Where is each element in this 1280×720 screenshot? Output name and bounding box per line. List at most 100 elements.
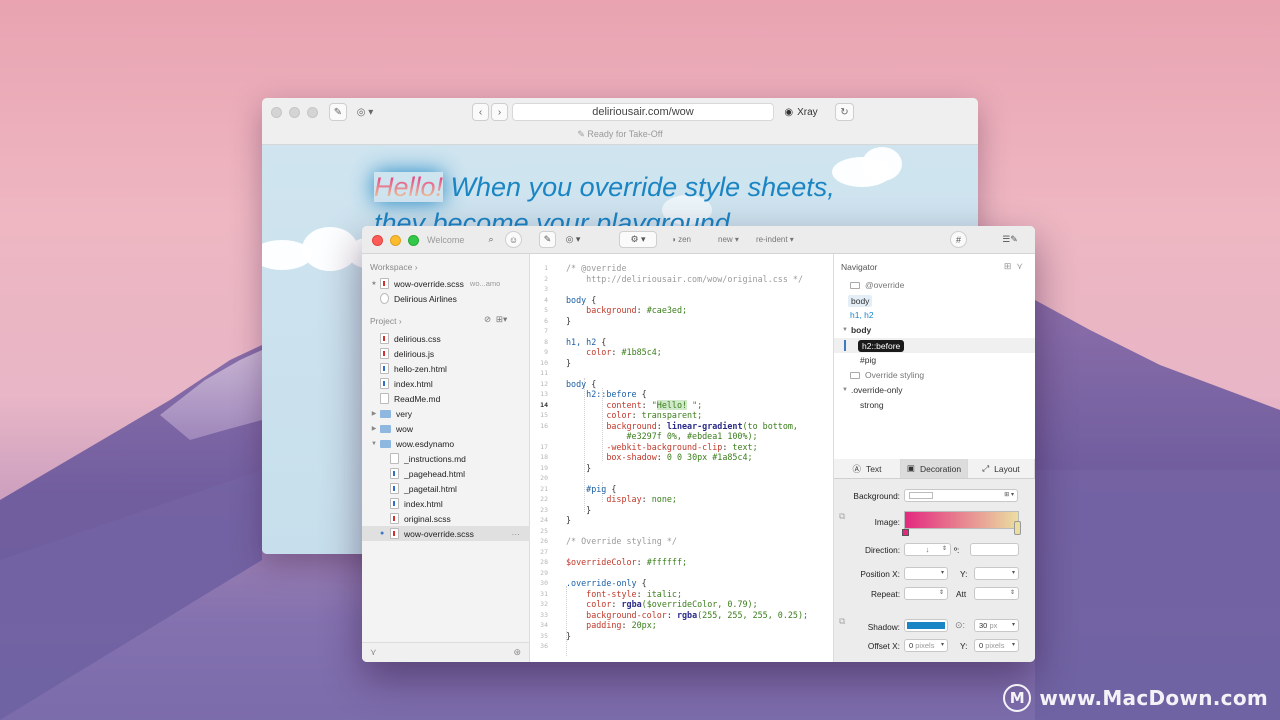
folder-item[interactable]: ▶ very xyxy=(362,406,530,421)
code-line[interactable]: /* Override styling */ xyxy=(566,536,677,546)
file-item[interactable]: index.html xyxy=(362,376,530,391)
zoom-button[interactable] xyxy=(408,235,419,246)
file-item[interactable]: ReadMe.md xyxy=(362,391,530,406)
compass-icon[interactable]: ✎ xyxy=(539,231,556,248)
code-line[interactable]: color: #1b85c4; xyxy=(566,347,662,357)
xray-button[interactable]: ◉ Xray xyxy=(779,103,823,121)
nav-rule-item[interactable]: body xyxy=(848,295,873,307)
workspace-item[interactable]: ★ wow-override.scss wo...amo xyxy=(362,276,530,291)
new-menu[interactable]: new ▾ xyxy=(718,235,739,244)
file-item[interactable]: _pagehead.html xyxy=(362,466,530,481)
smiley-icon[interactable]: ☺ xyxy=(505,231,522,248)
code-line[interactable]: background: linear-gradient(to bottom, xyxy=(566,421,798,431)
forward-button[interactable]: › xyxy=(491,103,508,121)
folder-item[interactable]: ▶ wow xyxy=(362,421,530,436)
code-line[interactable]: content: "Hello! "; xyxy=(566,399,702,410)
code-line[interactable]: body { xyxy=(566,379,596,389)
tab-text[interactable]: Ⓐ Text xyxy=(834,459,901,478)
code-line[interactable]: background: #cae3ed; xyxy=(566,305,687,315)
favorite-icon[interactable]: ⊛ xyxy=(513,647,521,658)
project-actions-icon[interactable]: ⊘ ⊞▾ xyxy=(484,314,507,325)
repeat-select[interactable]: ⇕ xyxy=(904,587,948,600)
nav-comment-item[interactable]: Override styling xyxy=(850,370,924,380)
minimize-button[interactable] xyxy=(390,235,401,246)
nav-comment-item[interactable]: @override xyxy=(850,280,904,290)
disclosure-right-icon[interactable]: ▶ xyxy=(370,410,378,417)
welcome-tab[interactable]: Welcome xyxy=(427,235,464,245)
workspace-header[interactable]: Workspace › xyxy=(370,262,418,272)
gradient-stop-start[interactable] xyxy=(902,529,909,536)
code-line[interactable]: font-style: italic; xyxy=(566,589,682,599)
code-line[interactable]: } xyxy=(566,316,571,326)
target-menu-icon[interactable]: ◎ ▾ xyxy=(560,231,586,248)
nav-rule-item[interactable]: #pig xyxy=(860,355,876,365)
compass-icon[interactable]: ✎ xyxy=(329,103,347,121)
code-line[interactable]: body { xyxy=(566,295,596,305)
attachment-select[interactable]: ⇕ xyxy=(974,587,1019,600)
code-line[interactable]: padding: 20px; xyxy=(566,620,657,630)
code-line[interactable]: color: rgba($overrideColor, 0.79); xyxy=(566,599,757,609)
project-header[interactable]: Project › xyxy=(370,316,402,326)
code-line[interactable]: /* @override xyxy=(566,263,627,273)
file-item[interactable]: hello-zen.html xyxy=(362,361,530,376)
disclosure-down-icon[interactable]: ▼ xyxy=(370,441,378,447)
zoom-button[interactable] xyxy=(307,107,318,118)
offset-x-input[interactable]: 0 pixels ▾ xyxy=(904,639,948,652)
wrench-icon[interactable]: ☰✎ xyxy=(997,231,1023,248)
degree-input[interactable] xyxy=(970,543,1019,556)
position-y-select[interactable]: ▾ xyxy=(974,567,1019,580)
close-button[interactable] xyxy=(271,107,282,118)
code-line[interactable]: -webkit-background-clip: text; xyxy=(566,442,757,452)
code-line[interactable]: #pig { xyxy=(566,484,616,494)
code-line[interactable]: } xyxy=(566,505,591,515)
code-line[interactable]: $overrideColor: #ffffff; xyxy=(566,557,687,567)
code-line[interactable]: } xyxy=(566,358,571,368)
code-line[interactable]: display: none; xyxy=(566,494,677,504)
file-item[interactable]: index.html xyxy=(362,496,530,511)
direction-select[interactable]: ↓ ⇕ xyxy=(904,543,951,556)
palette-icon[interactable]: ⊞ ▾ xyxy=(1004,491,1014,498)
nav-rule-item[interactable]: ▼ body xyxy=(842,325,871,335)
navigator-actions-icon[interactable]: ⊞ ⋎ xyxy=(1004,261,1023,272)
nav-rule-item-selected[interactable]: h2::before xyxy=(834,338,1035,353)
more-icon[interactable]: ··· xyxy=(512,529,521,539)
nav-rule-item[interactable]: h1, h2 xyxy=(850,310,874,320)
disclosure-down-icon[interactable]: ▼ xyxy=(842,327,848,333)
code-line[interactable]: } xyxy=(566,515,571,525)
gradient-stop-end[interactable] xyxy=(1014,521,1021,535)
minimize-button[interactable] xyxy=(289,107,300,118)
disclosure-down-icon[interactable]: ▼ xyxy=(842,387,848,393)
file-item[interactable]: _instructions.md xyxy=(362,451,530,466)
back-button[interactable]: ‹ xyxy=(472,103,489,121)
code-line[interactable]: #e3297f 0%, #ebdea1 100%); xyxy=(566,431,758,441)
file-item[interactable]: original.scss xyxy=(362,511,530,526)
nav-rule-item[interactable]: ▼ .override-only xyxy=(842,385,902,395)
search-icon[interactable]: ⌕ xyxy=(483,231,499,248)
gradient-editor[interactable] xyxy=(904,511,1019,529)
file-item-selected[interactable]: ● wow-override.scss ··· xyxy=(362,526,530,541)
code-line[interactable]: box-shadow: 0 0 30px #1a85c4; xyxy=(566,452,752,462)
close-button[interactable] xyxy=(372,235,383,246)
code-line[interactable]: http://deliriousair.com/wow/original.css… xyxy=(566,274,803,284)
filter-icon[interactable]: ⋎ xyxy=(370,647,377,658)
file-item[interactable]: _pagetail.html xyxy=(362,481,530,496)
workspace-item[interactable]: Delirious Airlines xyxy=(362,291,530,306)
target-menu-icon[interactable]: ◎ ▾ xyxy=(352,103,378,121)
code-line[interactable]: background-color: rgba(255, 255, 255, 0.… xyxy=(566,610,808,620)
tab-decoration[interactable]: ▣ Decoration xyxy=(901,459,968,478)
reload-button[interactable]: ↻ xyxy=(835,103,854,121)
code-line[interactable]: h2::before { xyxy=(566,389,647,399)
code-line[interactable]: h1, h2 { xyxy=(566,337,606,347)
tab-layout[interactable]: ⤢ Layout xyxy=(968,459,1035,478)
code-line[interactable]: color: transparent; xyxy=(566,410,702,420)
shadow-blur-input[interactable]: 30 px ▾ xyxy=(974,619,1019,632)
gear-menu-button[interactable]: ⚙ ▾ xyxy=(619,231,657,248)
nav-rule-item[interactable]: strong xyxy=(860,400,884,410)
background-color-well[interactable]: ⊞ ▾ xyxy=(904,489,1018,502)
file-item[interactable]: delirious.js xyxy=(362,346,530,361)
code-line[interactable]: } xyxy=(566,463,591,473)
code-line[interactable]: .override-only { xyxy=(566,578,647,588)
address-bar[interactable]: deliriousair.com/wow xyxy=(512,103,774,121)
code-line[interactable]: } xyxy=(566,631,571,641)
offset-y-input[interactable]: 0 pixels ▾ xyxy=(974,639,1019,652)
